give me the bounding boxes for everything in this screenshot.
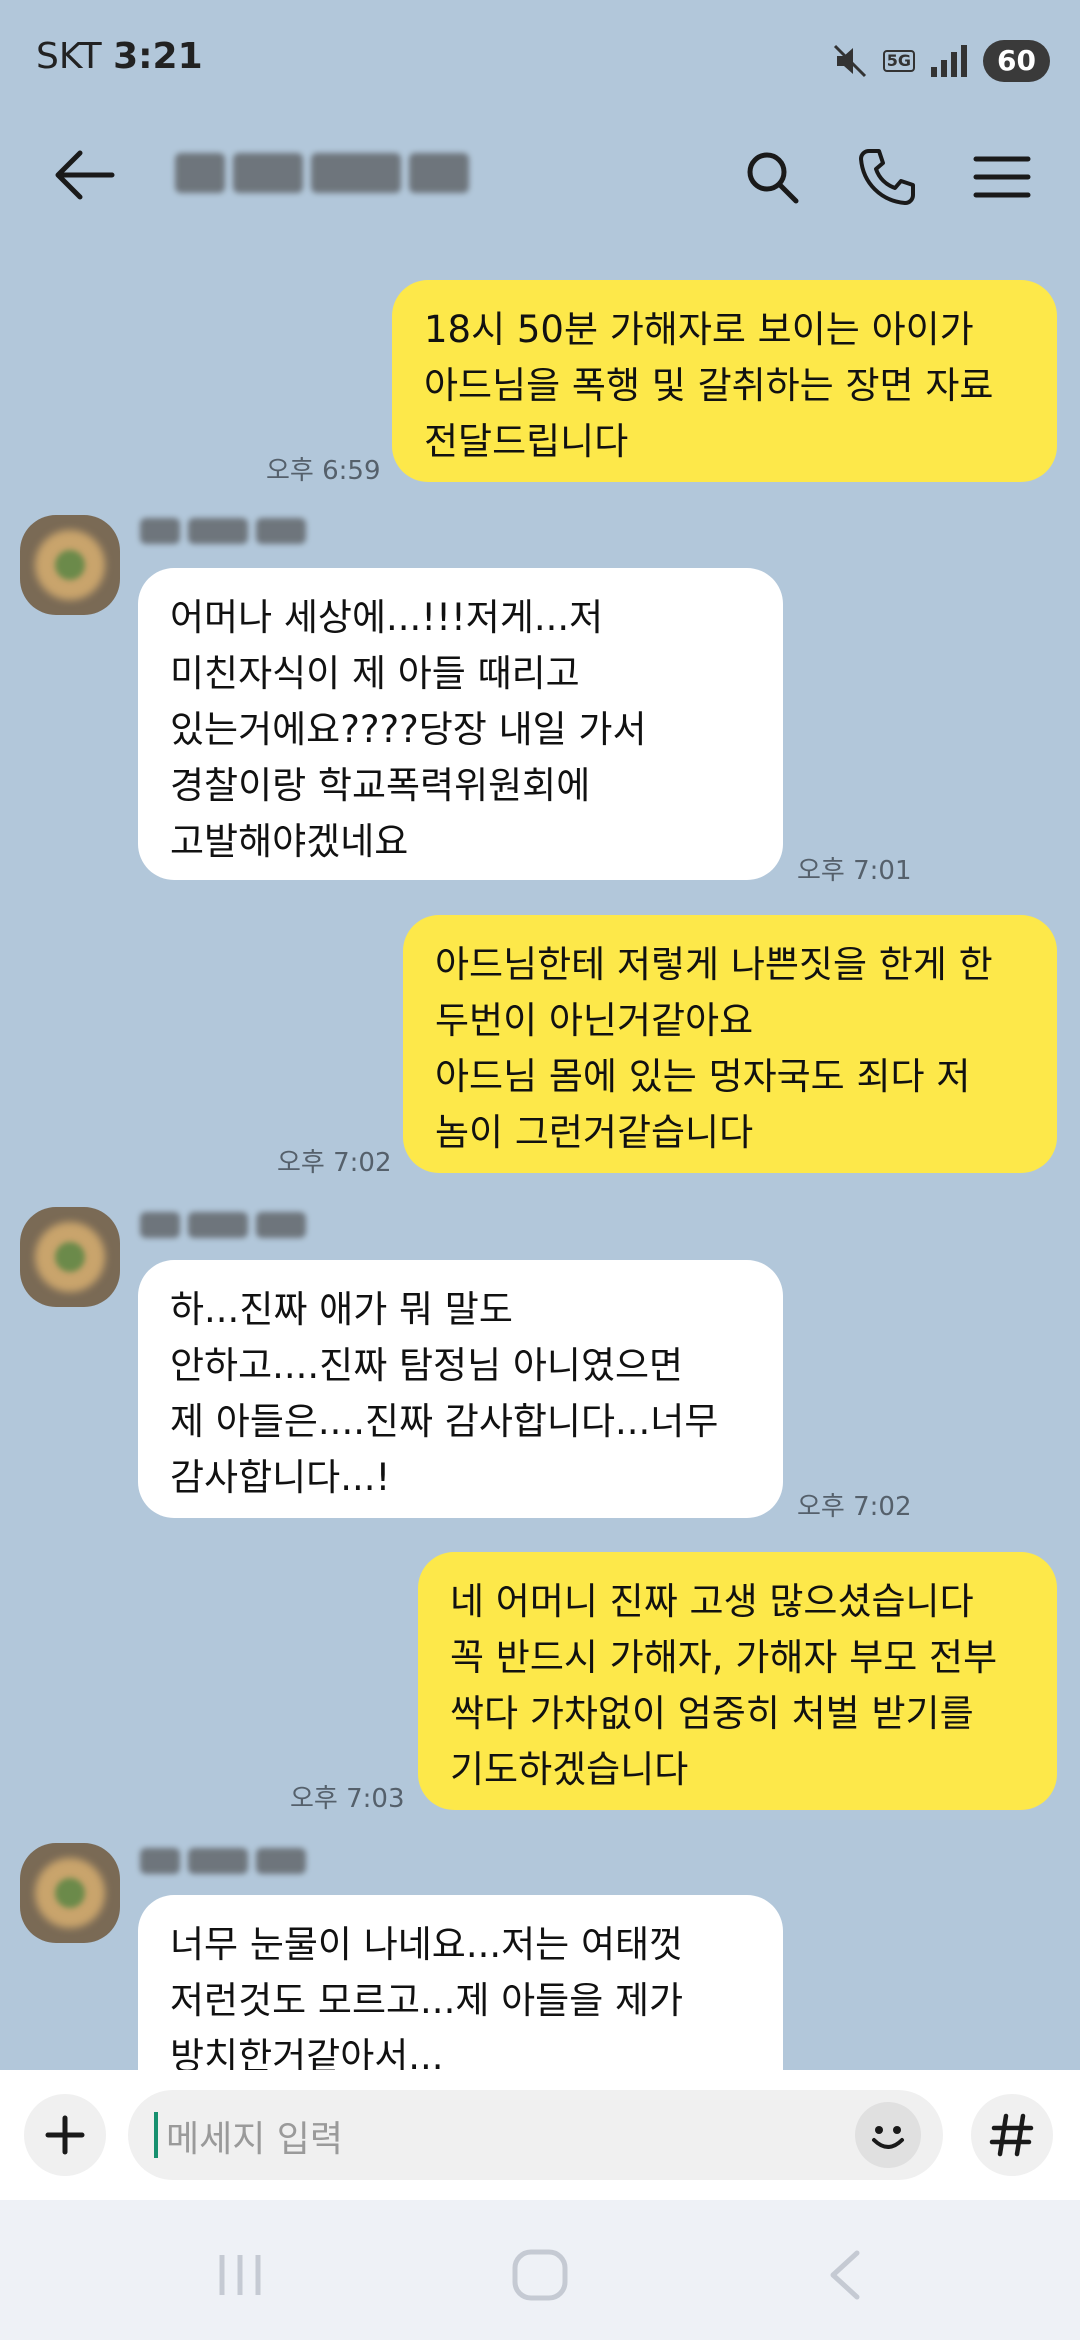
chat-header [0, 125, 1080, 225]
sender-name-obscured [140, 1848, 340, 1878]
battery-indicator: 60 [983, 40, 1050, 82]
sender-name-obscured [140, 518, 340, 548]
hashtag-icon [989, 2113, 1034, 2157]
status-icons: 5G 60 [831, 38, 1050, 84]
message-input[interactable]: 메세지 입력 [128, 2090, 943, 2180]
message-timestamp: 오후 7:02 [797, 1492, 912, 1522]
message-bubble-outgoing[interactable]: 네 어머니 진짜 고생 많으셨습니다 꼭 반드시 가해자, 가해자 부모 전부 … [418, 1552, 1057, 1810]
carrier-label: SKT [36, 36, 102, 77]
text-cursor [154, 2112, 158, 2158]
recent-apps-icon[interactable] [200, 2245, 280, 2305]
menu-icon[interactable] [970, 145, 1034, 209]
avatar[interactable] [20, 515, 120, 615]
message-timestamp: 오후 7:02 [277, 1148, 392, 1178]
back-icon[interactable] [805, 2245, 885, 2305]
avatar[interactable] [20, 1843, 120, 1943]
clock: 3:21 [113, 36, 203, 77]
plus-icon [45, 2115, 85, 2155]
message-timestamp: 오후 6:59 [266, 456, 381, 486]
message-bubble-incoming[interactable]: 어머나 세상에...!!!저게...저 미친자식이 제 아들 때리고 있는거에요… [138, 568, 783, 880]
status-bar: SKT 3:21 5G 60 [0, 0, 1080, 120]
home-icon[interactable] [500, 2245, 580, 2305]
message-bubble-outgoing[interactable]: 아드님한테 저렇게 나쁜짓을 한게 한 두번이 아닌거같아요 아드님 몸에 있는… [403, 915, 1057, 1173]
carrier-time: SKT 3:21 [36, 36, 203, 77]
phone-icon[interactable] [855, 145, 919, 209]
avatar[interactable] [20, 1207, 120, 1307]
message-input-bar: 메세지 입력 [0, 2070, 1080, 2200]
signal-icon [931, 45, 968, 77]
plus-button[interactable] [24, 2094, 106, 2176]
message-bubble-incoming[interactable]: 하...진짜 애가 뭐 말도 안하고....진짜 탐정님 아니였으면 제 아들은… [138, 1260, 783, 1518]
chat-title-obscured [175, 153, 485, 199]
search-icon[interactable] [740, 145, 804, 209]
network-5g-icon: 5G [882, 50, 916, 72]
back-arrow-icon[interactable] [50, 145, 120, 205]
message-timestamp: 오후 7:01 [797, 856, 912, 886]
sender-name-obscured [140, 1212, 340, 1242]
system-navigation-bar [0, 2200, 1080, 2340]
emoji-button[interactable] [855, 2102, 921, 2168]
hashtag-button[interactable] [971, 2094, 1053, 2176]
message-input-placeholder: 메세지 입력 [166, 2119, 344, 2160]
message-timestamp: 오후 7:03 [290, 1784, 405, 1814]
message-bubble-outgoing[interactable]: 18시 50분 가해자로 보이는 아이가 아드님을 폭행 및 갈취하는 장면 자… [392, 280, 1057, 482]
emoji-icon [872, 2126, 904, 2149]
mute-icon [833, 44, 866, 78]
